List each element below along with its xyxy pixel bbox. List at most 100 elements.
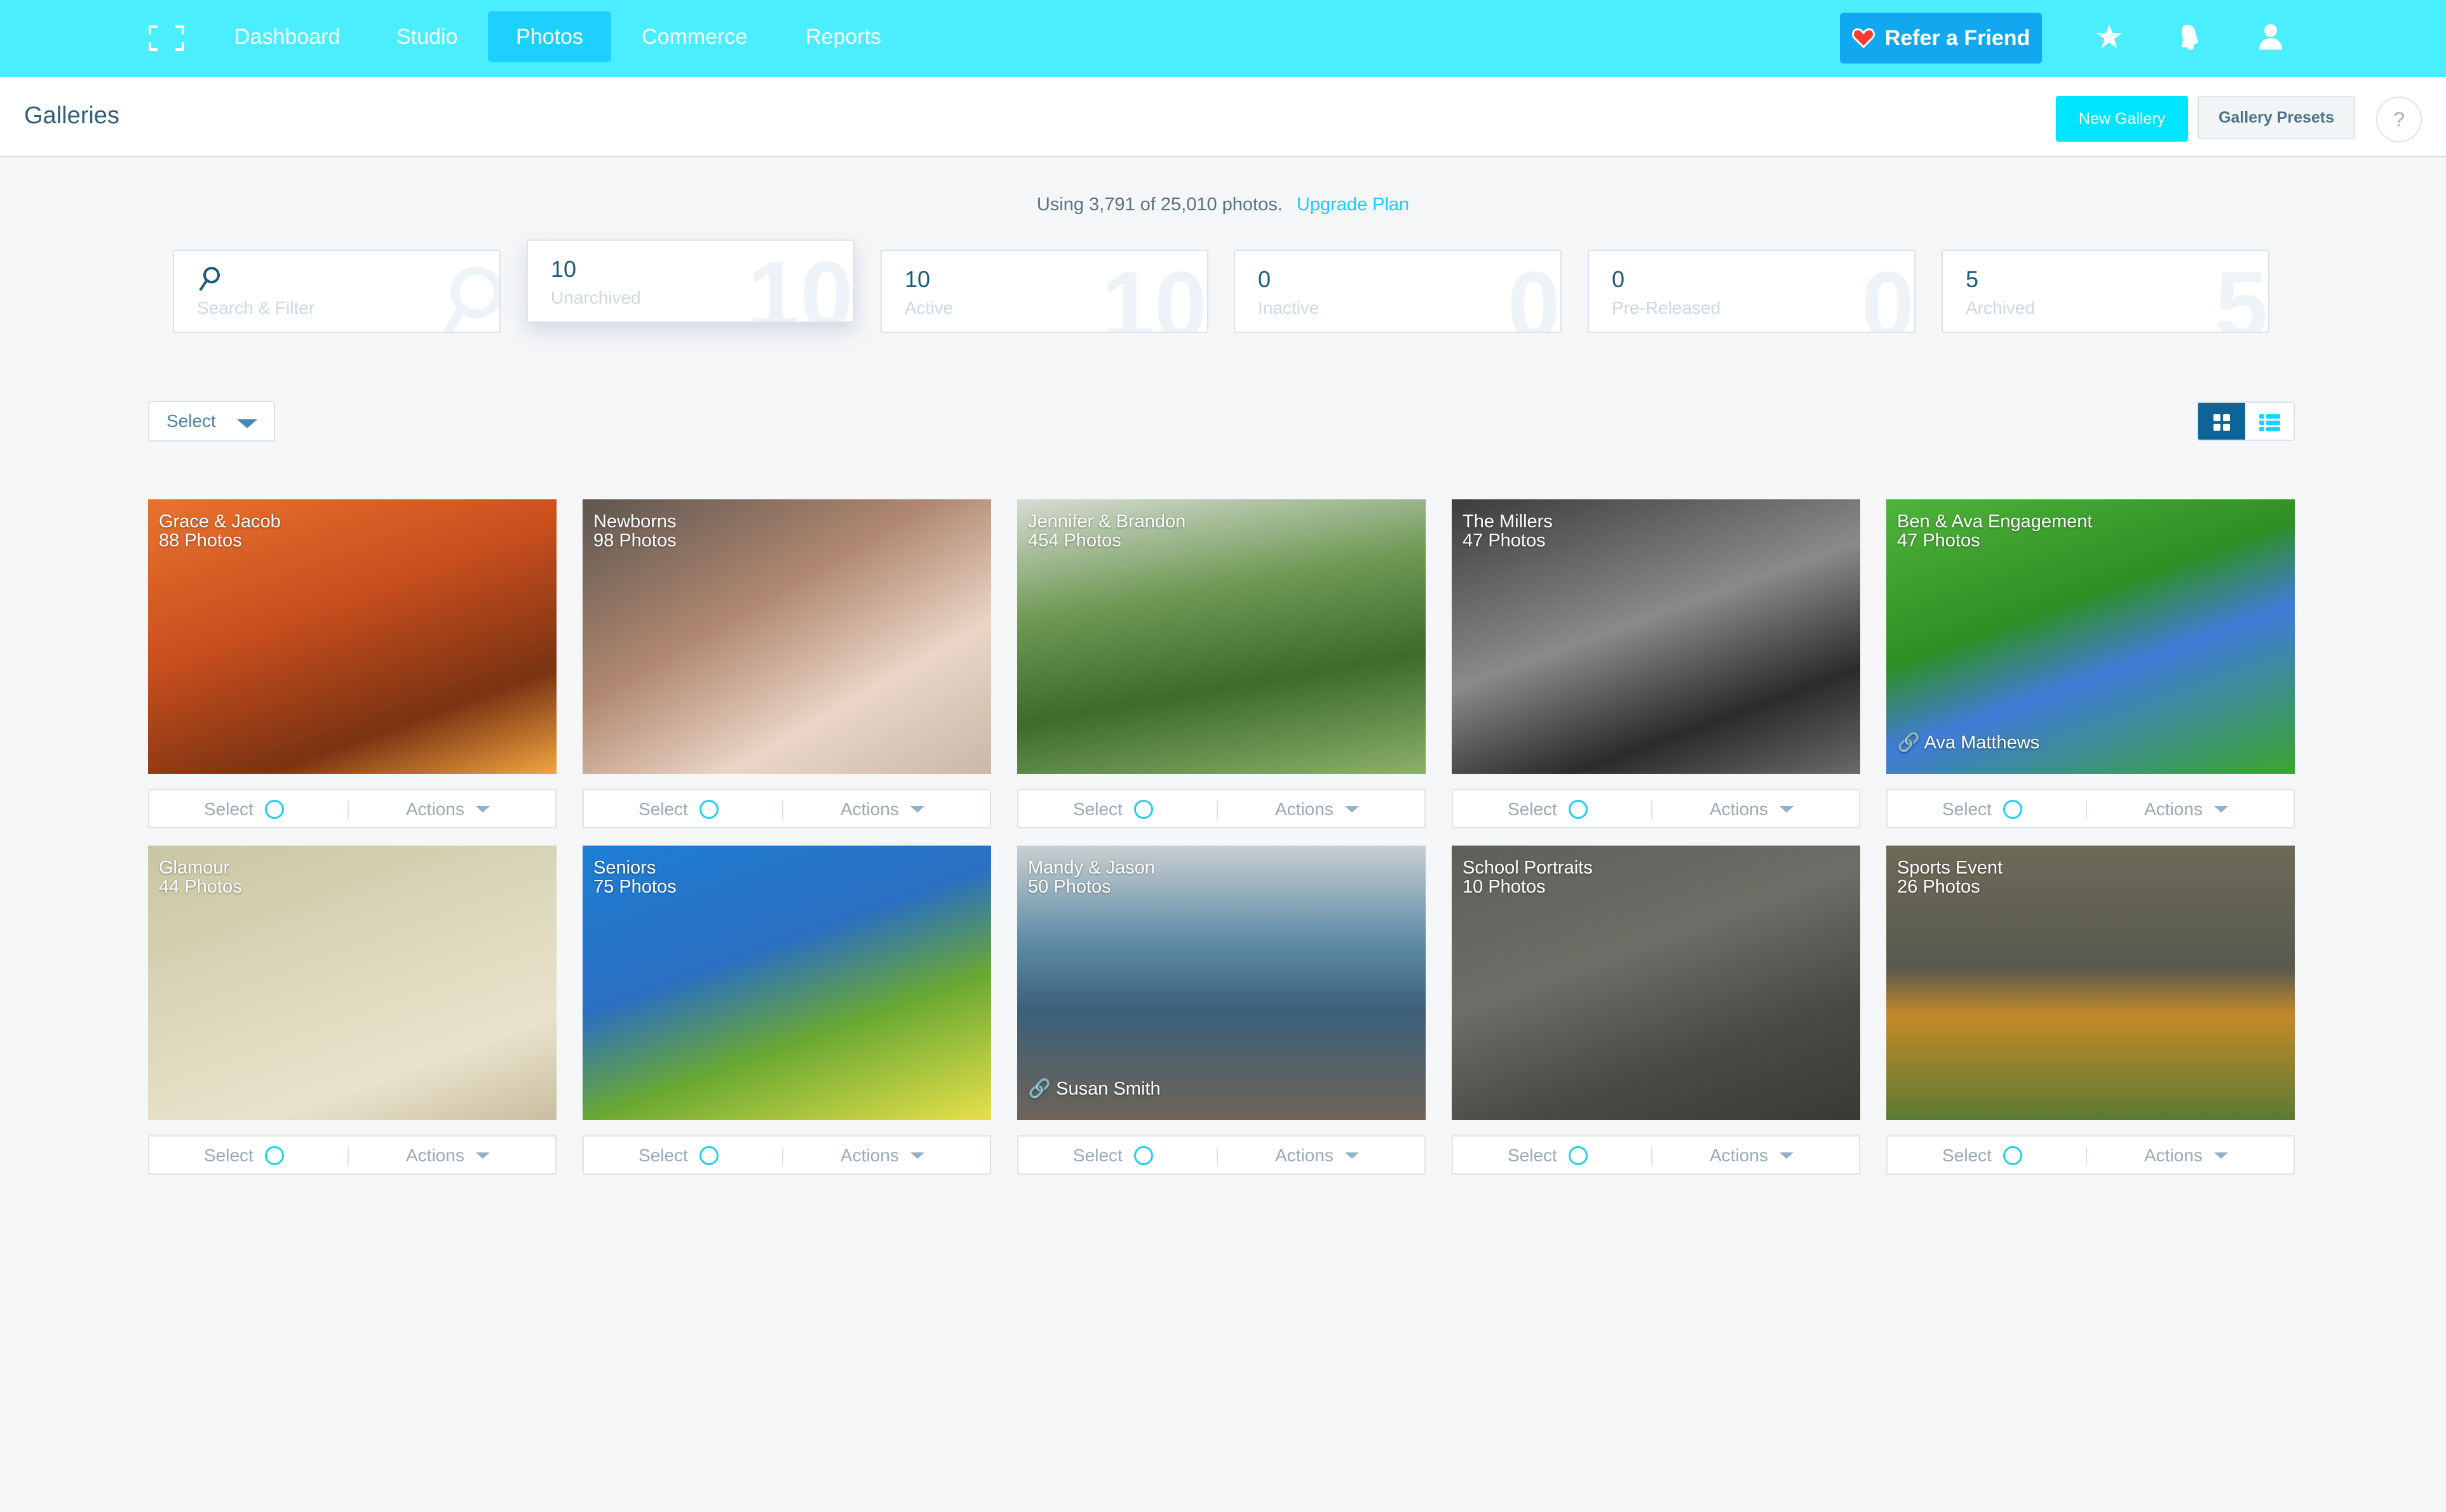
select-gallery-toggle[interactable]: Select <box>204 1145 284 1166</box>
gallery-photo-count: 47 Photos <box>1463 530 1546 551</box>
gallery-name: Glamour <box>159 858 230 878</box>
divider <box>1651 1147 1652 1166</box>
bell-icon[interactable] <box>2173 20 2206 53</box>
stat-archived[interactable]: 5 5 Archived <box>1942 250 2269 333</box>
gallery-card-actions-bar: Select Actions <box>148 789 557 828</box>
gallery-client[interactable]: 🔗 Susan Smith <box>1028 1078 1161 1100</box>
gallery-cover-photo[interactable]: The Millers 47 Photos <box>1452 499 1860 774</box>
select-label: Select <box>1508 1145 1557 1165</box>
user-icon[interactable] <box>2254 20 2287 53</box>
nav-photos[interactable]: Photos <box>488 11 611 62</box>
stat-count: 10 <box>551 256 577 282</box>
usage-info: Using 3,791 of 25,010 photos. Upgrade Pl… <box>0 194 2446 215</box>
actions-dropdown[interactable]: Actions <box>406 1145 490 1166</box>
gallery-name: Seniors <box>593 858 656 878</box>
nav-commerce[interactable]: Commerce <box>614 11 775 62</box>
actions-dropdown[interactable]: Actions <box>841 1145 924 1166</box>
gallery-cover-photo[interactable]: Seniors 75 Photos <box>583 846 991 1120</box>
gallery-cover-photo[interactable]: Grace & Jacob 88 Photos <box>148 499 557 774</box>
gallery-title: Sports Event 26 Photos <box>1897 858 2003 896</box>
select-gallery-toggle[interactable]: Select <box>1942 1145 2022 1166</box>
select-gallery-toggle[interactable]: Select <box>204 799 284 820</box>
gallery-card-actions-bar: Select Actions <box>1452 789 1860 828</box>
gallery-cover-photo[interactable]: School Portraits 10 Photos <box>1452 846 1860 1120</box>
caret-down-icon <box>1344 806 1359 813</box>
select-gallery-toggle[interactable]: Select <box>1942 799 2022 820</box>
client-name: Susan Smith <box>1056 1079 1161 1099</box>
actions-dropdown[interactable]: Actions <box>1275 1145 1359 1166</box>
gallery-title: Ben & Ava Engagement 47 Photos <box>1897 512 2092 550</box>
divider <box>2086 800 2087 820</box>
grid-icon <box>2213 414 2230 431</box>
actions-dropdown[interactable]: Actions <box>1275 799 1359 820</box>
actions-label: Actions <box>841 799 899 819</box>
stat-label: Unarchived <box>551 288 641 307</box>
stat-active[interactable]: 10 10 Active <box>881 250 1208 333</box>
select-circle-icon <box>699 1146 719 1165</box>
select-gallery-toggle[interactable]: Select <box>1508 799 1588 820</box>
gallery-card-actions-bar: Select Actions <box>583 789 991 828</box>
refer-a-friend-button[interactable]: Refer a Friend <box>1840 13 2042 64</box>
search-filter-card[interactable]: Search & Filter <box>173 250 501 333</box>
gallery-cover-photo[interactable]: Newborns 98 Photos <box>583 499 991 774</box>
gallery-presets-button[interactable]: Gallery Presets <box>2198 96 2355 139</box>
nav-studio[interactable]: Studio <box>368 11 485 62</box>
stat-unarchived[interactable]: 10 10 Unarchived <box>527 240 855 323</box>
divider <box>348 1147 349 1166</box>
new-gallery-button[interactable]: New Gallery <box>2056 96 2188 142</box>
actions-dropdown[interactable]: Actions <box>1710 799 1794 820</box>
star-icon[interactable] <box>2093 20 2126 53</box>
list-view-button[interactable] <box>2245 403 2294 440</box>
divider <box>782 1147 783 1166</box>
select-circle-icon <box>264 1146 284 1165</box>
gallery-cover-photo[interactable]: Ben & Ava Engagement 47 Photos 🔗 Ava Matth… <box>1886 499 2295 774</box>
gallery-cover-photo[interactable]: Glamour 44 Photos <box>148 846 557 1120</box>
gallery-cover-photo[interactable]: Mandy & Jason 50 Photos 🔗 Susan Smith <box>1017 846 1426 1120</box>
gallery-name: Grace & Jacob <box>159 511 281 532</box>
actions-dropdown[interactable]: Actions <box>406 799 490 820</box>
select-label: Select <box>1073 799 1123 819</box>
gallery-card-actions-bar: Select Actions <box>148 1135 557 1175</box>
select-gallery-toggle[interactable]: Select <box>1073 799 1153 820</box>
actions-dropdown[interactable]: Actions <box>2144 1145 2228 1166</box>
stat-count: 5 <box>1966 266 1979 292</box>
page-header: Galleries New Gallery Gallery Presets ? <box>0 77 2446 158</box>
nav-dashboard[interactable]: Dashboard <box>206 11 368 62</box>
gallery-card-actions-bar: Select Actions <box>583 1135 991 1175</box>
gallery-title: Newborns 98 Photos <box>593 512 677 550</box>
gallery-card-actions-bar: Select Actions <box>1017 789 1426 828</box>
caret-down-icon <box>1779 1152 1794 1159</box>
actions-dropdown[interactable]: Actions <box>1710 1145 1794 1166</box>
link-icon: 🔗 <box>1897 732 1921 753</box>
caret-down-icon <box>237 419 257 428</box>
search-filter-label: Search & Filter <box>197 298 315 318</box>
gallery-client[interactable]: 🔗 Ava Matthews <box>1897 732 2039 753</box>
actions-label: Actions <box>2144 1145 2203 1165</box>
select-gallery-toggle[interactable]: Select <box>1073 1145 1153 1166</box>
nav-reports[interactable]: Reports <box>778 11 909 62</box>
actions-label: Actions <box>406 799 464 819</box>
select-gallery-toggle[interactable]: Select <box>639 1145 719 1166</box>
gallery-name: The Millers <box>1463 511 1553 532</box>
bulk-select-dropdown[interactable]: Select <box>148 401 275 442</box>
grid-view-button[interactable] <box>2198 403 2245 440</box>
select-circle-icon <box>1133 1146 1153 1165</box>
help-button[interactable]: ? <box>2376 97 2422 142</box>
gallery-photo-count: 75 Photos <box>593 877 677 897</box>
select-gallery-toggle[interactable]: Select <box>1508 1145 1588 1166</box>
gallery-photo-count: 47 Photos <box>1897 530 1980 551</box>
select-gallery-toggle[interactable]: Select <box>639 799 719 820</box>
gallery-cover-photo[interactable]: Sports Event 26 Photos <box>1886 846 2295 1120</box>
stat-inactive[interactable]: 0 0 Inactive <box>1234 250 1562 333</box>
actions-label: Actions <box>406 1145 464 1165</box>
gallery-cover-photo[interactable]: Jennifer & Brandon 454 Photos <box>1017 499 1426 774</box>
upgrade-plan-link[interactable]: Upgrade Plan <box>1297 194 1409 215</box>
client-name: Ava Matthews <box>1924 732 2040 753</box>
stat-pre-released[interactable]: 0 0 Pre-Released <box>1588 250 1916 333</box>
divider <box>782 800 783 820</box>
focus-frame-icon[interactable] <box>149 25 184 51</box>
actions-dropdown[interactable]: Actions <box>2144 799 2228 820</box>
caret-down-icon <box>1779 806 1794 813</box>
gallery-title: Glamour 44 Photos <box>159 858 242 896</box>
actions-dropdown[interactable]: Actions <box>841 799 924 820</box>
